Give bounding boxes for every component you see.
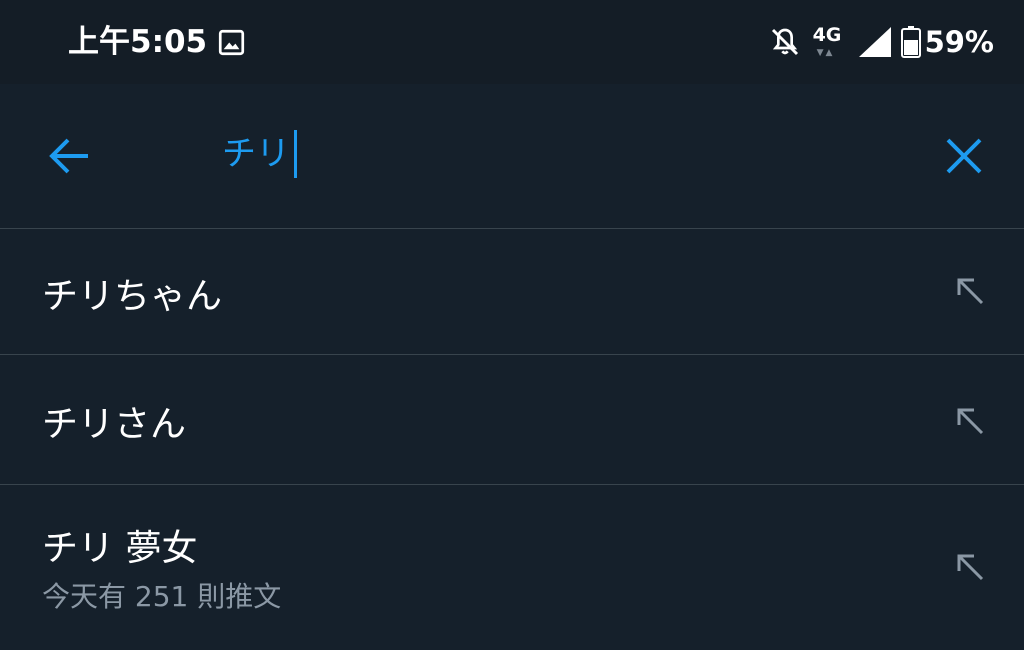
fill-query-button[interactable] xyxy=(950,271,990,311)
arrow-up-left-icon xyxy=(957,554,984,581)
clear-search-button[interactable] xyxy=(936,128,992,184)
data-activity-icon: ▼▲ xyxy=(816,48,835,58)
suggestion-label: チリちゃん xyxy=(42,276,223,317)
fill-query-button[interactable] xyxy=(950,401,990,441)
back-button[interactable] xyxy=(40,134,100,178)
suggestion-tweet-count: 今天有 251 則推文 xyxy=(42,580,282,613)
image-icon xyxy=(218,29,245,56)
fill-query-button[interactable] xyxy=(950,547,990,587)
suggestion-item[interactable]: チリ 夢女 今天有 251 則推文 xyxy=(0,485,1024,650)
bell-off-icon xyxy=(771,28,798,56)
battery-percent: 59% xyxy=(924,25,994,59)
suggestion-label: チリさん xyxy=(42,404,187,445)
search-input[interactable]: チリ xyxy=(222,126,297,182)
search-input-text[interactable]: チリ xyxy=(222,126,290,182)
text-cursor xyxy=(294,130,297,178)
arrow-left-icon xyxy=(49,138,88,174)
status-time: 上午5:05 xyxy=(68,24,208,60)
battery-icon xyxy=(900,26,921,58)
close-icon xyxy=(946,138,982,174)
arrow-up-left-icon xyxy=(957,408,984,435)
arrow-up-left-icon xyxy=(957,278,984,305)
suggestion-item[interactable]: チリちゃん xyxy=(0,229,1024,354)
status-icons: 4G ▼▲ 59% xyxy=(769,22,994,62)
search-header: チリ xyxy=(0,84,1024,228)
suggestion-item[interactable]: チリさん xyxy=(0,355,1024,484)
network-type-label: 4G xyxy=(812,24,842,46)
network-type-indicator: 4G ▼▲ xyxy=(813,22,847,62)
suggestion-label: チリ 夢女 xyxy=(42,528,198,569)
status-bar: 上午5:05 4G ▼▲ 59% xyxy=(0,0,1024,84)
signal-icon xyxy=(858,27,891,57)
